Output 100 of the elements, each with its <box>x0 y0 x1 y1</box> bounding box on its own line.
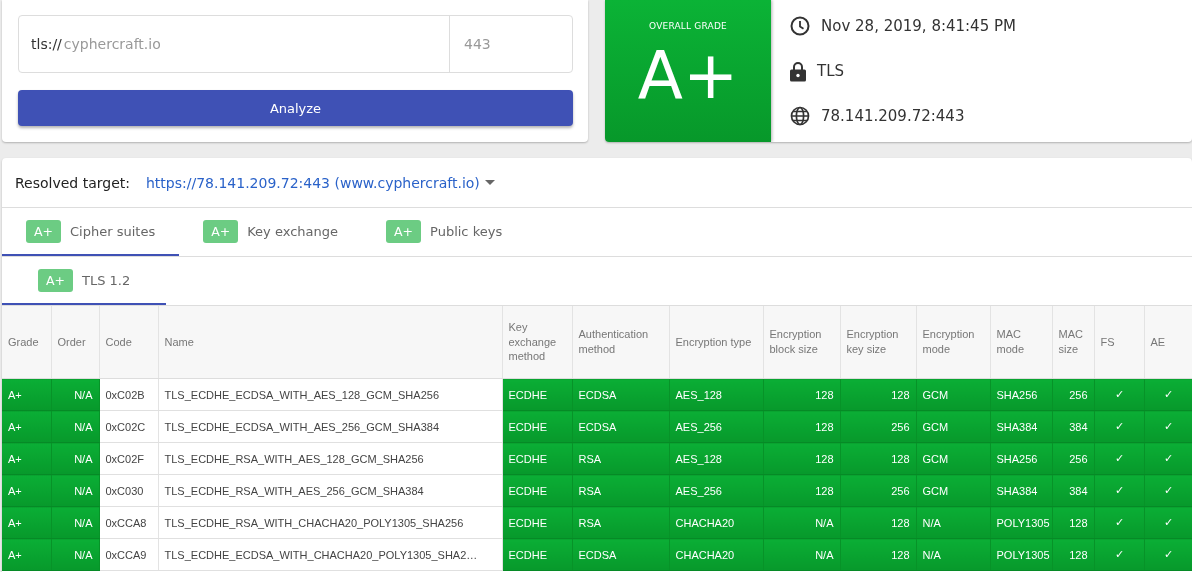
clock-icon <box>790 16 810 36</box>
tab[interactable]: A+ Public keys <box>362 208 532 256</box>
table-cell: 0xC02F <box>99 442 158 475</box>
table-cell: RSA <box>572 474 669 507</box>
table-cell: ECDHE <box>502 538 572 571</box>
target-label: Resolved target: <box>15 174 130 191</box>
table-cell: N/A <box>51 442 99 475</box>
table-cell: TLS_ECDHE_ECDSA_WITH_AES_128_GCM_SHA256 <box>158 378 502 411</box>
table-cell: ECDHE <box>502 442 572 475</box>
table-cell: N/A <box>51 506 99 539</box>
table-cell: 128 <box>840 442 916 475</box>
table-cell: N/A <box>763 506 840 539</box>
globe-icon <box>790 106 810 126</box>
table-cell: 0xC030 <box>99 474 158 507</box>
table-cell: TLS_ECDHE_RSA_WITH_CHACHA20_POLY1305_SHA256 <box>158 506 502 539</box>
table-cell: SHA256 <box>990 378 1052 411</box>
table-cell: ✓ <box>1094 378 1144 411</box>
table-cell: A+ <box>2 538 51 571</box>
grade-badge: A+ <box>386 219 422 243</box>
table-cell: A+ <box>2 410 51 443</box>
table-cell: POLY1305 <box>990 506 1052 539</box>
table-cell: TLS_ECDHE_ECDSA_WITH_AES_256_GCM_SHA384 <box>158 410 502 443</box>
table-cell: ✓ <box>1144 506 1192 539</box>
tab[interactable]: A+ Cipher suites <box>2 208 180 256</box>
column-header: Code <box>99 306 158 379</box>
host-field[interactable]: cyphercraft.io <box>61 36 449 52</box>
table-cell: AES_256 <box>669 410 763 443</box>
column-header: Encryption mode <box>916 306 990 379</box>
table-cell: ✓ <box>1094 538 1144 571</box>
protocol-text: TLS <box>817 62 845 80</box>
tab[interactable]: A+ Key exchange <box>179 208 362 256</box>
table-cell: N/A <box>51 410 99 443</box>
table-cell: 0xC02C <box>99 410 158 443</box>
table-cell: A+ <box>2 474 51 507</box>
column-header: Grade <box>2 306 51 379</box>
port-field[interactable]: 443 <box>462 36 554 52</box>
table-cell: 256 <box>840 410 916 443</box>
table-cell: ✓ <box>1144 442 1192 475</box>
table-cell: 256 <box>840 474 916 507</box>
table-cell: SHA256 <box>990 442 1052 475</box>
grade-badge: A+ <box>203 219 239 243</box>
scan-date: Nov 28, 2019, 8:41:45 PM <box>821 17 1016 35</box>
table-cell: N/A <box>916 506 990 539</box>
column-header: MAC mode <box>990 306 1052 379</box>
column-header: Key exchange method <box>502 306 572 379</box>
table-cell: 128 <box>840 538 916 571</box>
table-cell: SHA384 <box>990 410 1052 443</box>
table-cell: A+ <box>2 378 51 411</box>
table-cell: GCM <box>916 474 990 507</box>
column-header: Encryption type <box>669 306 763 379</box>
column-header: Order <box>51 306 99 379</box>
table-cell: AES_128 <box>669 378 763 411</box>
table-cell: GCM <box>916 410 990 443</box>
lock-icon <box>790 60 806 82</box>
table-cell: RSA <box>572 442 669 475</box>
table-cell: RSA <box>572 506 669 539</box>
table-cell: A+ <box>2 506 51 539</box>
table-cell: 128 <box>763 474 840 507</box>
table-cell: A+ <box>2 442 51 475</box>
target-dropdown[interactable]: https://78.141.209.72:443 (www.cyphercraft.io) <box>146 174 495 191</box>
column-header: Name <box>158 306 502 379</box>
table-cell: ECDHE <box>502 506 572 539</box>
table-cell: 128 <box>763 378 840 411</box>
address-text: 78.141.209.72:443 <box>821 107 965 125</box>
table-cell: CHACHA20 <box>669 538 763 571</box>
table-cell: ECDSA <box>572 538 669 571</box>
table-cell: 0xCCA9 <box>99 538 158 571</box>
table-cell: SHA384 <box>990 474 1052 507</box>
overall-grade: A+ <box>637 43 739 109</box>
table-cell: ✓ <box>1144 538 1192 571</box>
column-header: MAC size <box>1052 306 1094 379</box>
table-cell: ECDSA <box>572 378 669 411</box>
table-cell: ✓ <box>1094 506 1144 539</box>
table-cell: GCM <box>916 378 990 411</box>
table-cell: ✓ <box>1094 474 1144 507</box>
table-cell: AES_128 <box>669 442 763 475</box>
column-header: Encryption key size <box>840 306 916 379</box>
table-cell: AES_256 <box>669 474 763 507</box>
grade-label: OVERALL GRADE <box>649 21 727 31</box>
table-cell: 128 <box>840 378 916 411</box>
table-cell: 128 <box>840 506 916 539</box>
table-cell: ✓ <box>1144 474 1192 507</box>
table-cell: ✓ <box>1144 410 1192 443</box>
grade-badge: A+ <box>38 268 74 292</box>
table-cell: ECDHE <box>502 474 572 507</box>
table-cell: TLS_ECDHE_ECDSA_WITH_CHACHA20_POLY1305_SHA2… <box>158 538 502 571</box>
analyze-button[interactable]: Analyze <box>18 90 573 126</box>
table-cell: 128 <box>763 442 840 475</box>
table-cell: CHACHA20 <box>669 506 763 539</box>
scheme-prefix: tls:// <box>31 36 62 52</box>
table-cell: N/A <box>51 474 99 507</box>
table-cell: TLS_ECDHE_RSA_WITH_AES_128_GCM_SHA256 <box>158 442 502 475</box>
grade-badge: A+ <box>26 219 62 243</box>
table-cell: TLS_ECDHE_RSA_WITH_AES_256_GCM_SHA384 <box>158 474 502 507</box>
table-cell: ECDSA <box>572 410 669 443</box>
column-header: Authentication method <box>572 306 669 379</box>
table-cell: 0xC02B <box>99 378 158 411</box>
table-cell: N/A <box>916 538 990 571</box>
table-cell: ECDHE <box>502 378 572 411</box>
table-cell: ✓ <box>1094 442 1144 475</box>
